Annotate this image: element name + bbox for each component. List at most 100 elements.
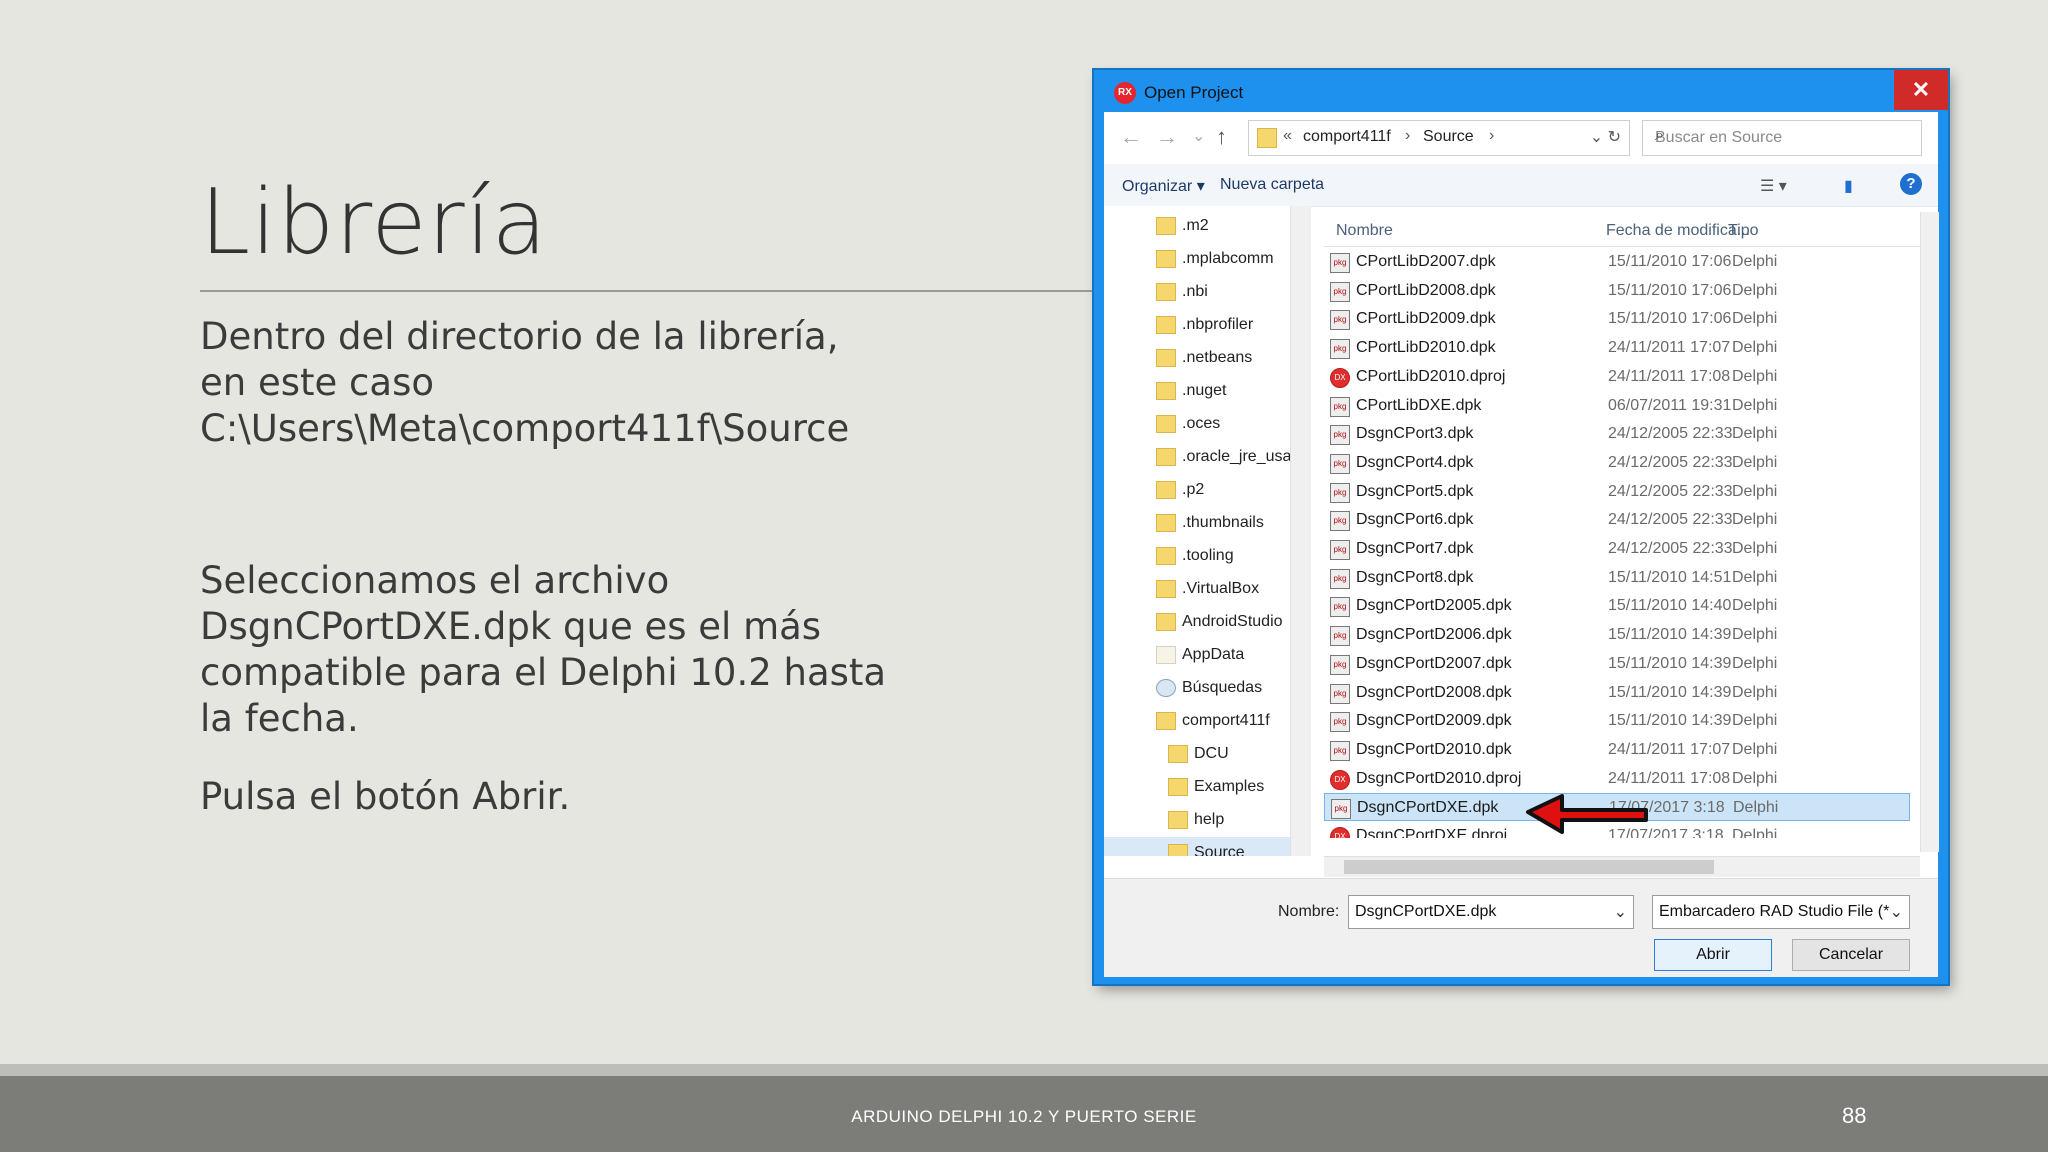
file-row[interactable]: pkg CPortLibD2010.dpk 24/11/2011 17:07 Delp… [1324,334,1910,362]
tree-item[interactable]: DCU [1104,738,1290,770]
tree-item[interactable]: help [1104,804,1290,836]
scrollbar-thumb[interactable] [1344,860,1714,874]
cancel-button[interactable]: Cancelar [1792,939,1910,971]
back-arrow-icon[interactable]: ← [1120,124,1142,150]
file-row[interactable]: pkg DsgnCPort8.dpk 15/11/2010 14:51 Delphi [1324,564,1910,592]
tree-item[interactable]: .nbprofiler [1104,309,1290,341]
file-date: 15/11/2010 14:40 [1608,597,1732,615]
search-folder-icon [1156,679,1176,697]
file-row[interactable]: pkg DsgnCPortD2009.dpk 15/11/2010 14:39 Del… [1324,707,1910,735]
file-row[interactable]: pkg DsgnCPortD2008.dpk 15/11/2010 14:39 Del… [1324,679,1910,707]
chevron-down-icon[interactable]: ⌄ [1614,902,1627,922]
tree-item[interactable]: .VirtualBox [1104,573,1290,605]
file-row[interactable]: pkg DsgnCPortD2007.dpk 15/11/2010 14:39 Del… [1324,650,1910,678]
breadcrumb-source[interactable]: Source [1423,128,1474,146]
tree-item-label: .VirtualBox [1182,580,1260,597]
file-type: Delphi [1732,339,1778,357]
delphi-package-icon: pkg [1330,511,1350,532]
search-input[interactable]: Buscar en Source ⌕ [1642,120,1922,156]
folder-icon [1156,712,1176,730]
file-row[interactable]: DX CPortLibD2010.dproj 24/11/2011 17:08 Del… [1324,363,1910,391]
file-row[interactable]: pkg DsgnCPortD2005.dpk 15/11/2010 14:40 Del… [1324,592,1910,620]
file-list-vertical-scrollbar[interactable] [1920,212,1939,852]
open-button[interactable]: Abrir [1654,939,1772,971]
file-type: Delphi [1732,367,1778,385]
organize-menu[interactable]: Organizar ▾ [1122,176,1205,196]
folder-icon [1257,128,1277,148]
file-name: DsgnCPort3.dpk [1356,425,1474,443]
column-name[interactable]: Nombre [1336,222,1393,240]
folder-icon [1156,613,1176,631]
up-arrow-icon[interactable]: ↑ [1216,124,1227,150]
delphi-package-icon: pkg [1331,799,1351,820]
dialog-titlebar[interactable]: RX Open Project ✕ [1094,70,1948,112]
tree-item[interactable]: AndroidStudio [1104,606,1290,638]
column-type[interactable]: Tipo [1728,222,1759,240]
file-name: DsgnCPort7.dpk [1356,540,1474,557]
tree-item[interactable]: .tooling [1104,540,1290,572]
file-name: DsgnCPortDXE.dpk [1357,799,1499,817]
tree-item[interactable]: .oces [1104,408,1290,440]
view-options-icon[interactable]: ☰ ▾ [1760,176,1787,196]
new-folder-button[interactable]: Nueva carpeta [1220,176,1324,194]
file-date: 24/12/2005 22:33 [1608,425,1733,443]
file-type: Delphi [1732,511,1778,529]
file-row[interactable]: pkg DsgnCPort7.dpk 24/12/2005 22:33 Delphi [1324,535,1910,563]
tree-item[interactable]: .oracle_jre_usa [1104,441,1291,473]
help-icon[interactable]: ? [1900,173,1922,195]
tree-item[interactable]: comport411f [1104,705,1290,737]
file-date: 24/12/2005 22:33 [1608,482,1733,500]
file-row[interactable]: pkg CPortLibD2009.dpk 15/11/2010 17:06 Delp… [1324,305,1910,333]
refresh-icon[interactable]: ⌄ ↻ [1590,127,1621,147]
folder-icon [1168,745,1188,763]
tree-item[interactable]: Examples [1104,771,1290,803]
file-row[interactable]: pkg CPortLibD2008.dpk 15/11/2010 17:06 Delp… [1324,277,1910,305]
file-name: CPortLibDXE.dpk [1356,396,1482,414]
delphi-package-icon: pkg [1330,540,1350,560]
delphi-project-icon: DX [1330,827,1350,838]
folder-icon [1156,646,1176,664]
rad-studio-logo-icon: RX [1114,82,1136,104]
tree-item[interactable]: .netbeans [1104,342,1290,374]
folder-icon [1156,580,1176,598]
file-row[interactable]: pkg DsgnCPort3.dpk 24/12/2005 22:33 Delphi [1324,420,1910,448]
tree-item[interactable]: AppData [1104,639,1290,671]
overflow-chevron-icon[interactable]: « [1283,127,1292,145]
delphi-package-icon: pkg [1330,654,1350,675]
preview-pane-icon[interactable]: ▮ [1844,176,1853,196]
file-type-select[interactable]: Embarcadero RAD Studio File (* ⌄ [1652,895,1910,929]
tree-item[interactable]: .mplabcomm [1104,243,1290,275]
file-list-horizontal-scrollbar[interactable] [1324,856,1920,877]
file-row[interactable]: pkg DsgnCPort5.dpk 24/12/2005 22:33 Delphi [1324,478,1910,506]
close-button[interactable]: ✕ [1894,70,1948,110]
file-row[interactable]: pkg DsgnCPortD2010.dpk 24/11/2011 17:07 Del… [1324,736,1910,764]
forward-arrow-icon[interactable]: → [1156,124,1178,150]
file-name: DsgnCPortD2007.dpk [1356,654,1512,672]
tree-item[interactable]: .nuget [1104,375,1290,407]
tree-item[interactable]: Búsquedas [1104,672,1290,704]
paragraph-line: Dentro del directorio de la librería, [200,315,839,358]
file-row[interactable]: pkg CPortLibDXE.dpk 06/07/2011 19:31 Delphi [1324,392,1910,420]
tree-item[interactable]: Source [1104,837,1290,856]
paragraph-line: DsgnCPortDXE.dpk que es el más [200,605,822,648]
file-row[interactable]: pkg CPortLibD2007.dpk 15/11/2010 17:06 Delp… [1324,248,1910,276]
tree-item[interactable]: .m2 [1104,210,1290,242]
tree-scrollbar[interactable] [1290,206,1311,856]
file-row[interactable]: pkg DsgnCPort4.dpk 24/12/2005 22:33 Delphi [1324,449,1910,477]
chevron-down-icon[interactable]: ⌄ [1890,902,1903,922]
address-bar[interactable]: « comport411f › Source › ⌄ ↻ [1248,120,1630,156]
tree-item[interactable]: .thumbnails [1104,507,1290,539]
recent-locations-icon[interactable]: ⌄ [1192,126,1205,146]
tree-item[interactable]: .nbi [1104,276,1290,308]
folder-icon [1156,481,1176,499]
file-type: Delphi [1732,827,1778,838]
file-date: 15/11/2010 14:39 [1608,654,1732,672]
file-row[interactable]: pkg DsgnCPort6.dpk 24/12/2005 22:33 Delphi [1324,506,1910,534]
filename-field[interactable]: DsgnCPortDXE.dpk ⌄ [1348,895,1634,929]
breadcrumb-comport411f[interactable]: comport411f [1303,128,1391,146]
chevron-right-icon: › [1405,127,1411,144]
file-row[interactable]: pkg DsgnCPortD2006.dpk 15/11/2010 14:39 Del… [1324,621,1910,649]
file-type: Delphi [1732,626,1778,644]
file-name: DsgnCPortDXE.dproj [1356,827,1508,838]
tree-item[interactable]: .p2 [1104,474,1290,506]
